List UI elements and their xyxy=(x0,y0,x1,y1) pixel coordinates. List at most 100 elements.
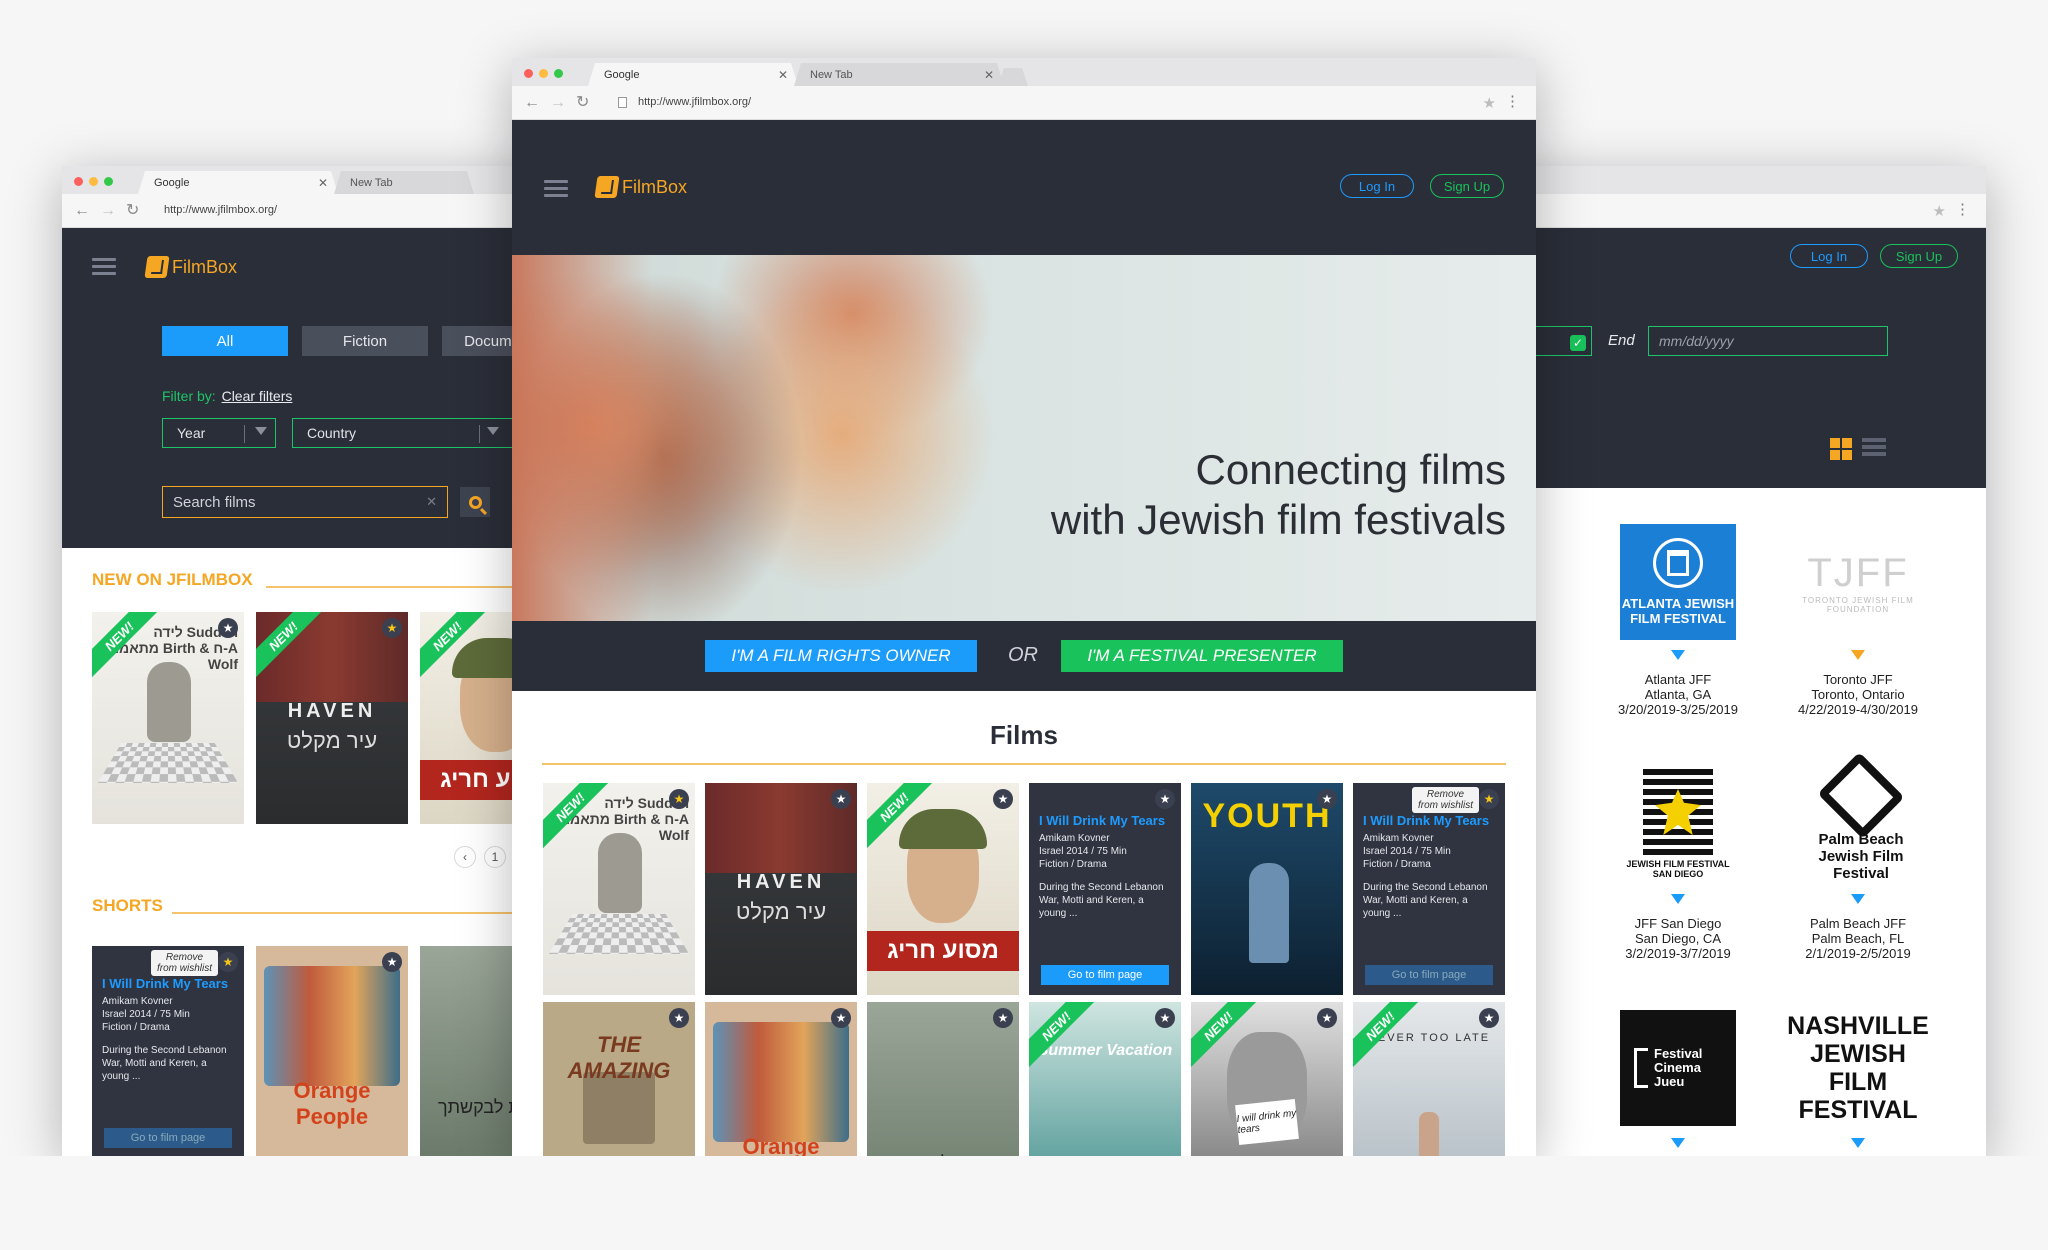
close-window-dot[interactable] xyxy=(524,69,533,78)
signup-button[interactable]: Sign Up xyxy=(1880,244,1958,268)
poster-orange-people[interactable]: Orange People ★ xyxy=(256,946,408,1156)
hamburger-menu-icon[interactable] xyxy=(92,258,116,276)
expand-arrow-icon[interactable] xyxy=(1851,894,1865,904)
wishlist-star-icon[interactable]: ★ xyxy=(218,952,238,972)
wishlist-star-icon[interactable]: ★ xyxy=(831,789,851,809)
poster-haven[interactable]: HAVEN עיר מקלט NEW! ★ xyxy=(256,612,408,824)
wishlist-star-icon[interactable]: ★ xyxy=(1479,1008,1499,1028)
wishlist-star-icon[interactable]: ★ xyxy=(218,618,238,638)
country-select[interactable]: Country xyxy=(292,418,540,448)
signup-button[interactable]: Sign Up xyxy=(1430,174,1504,198)
festival-logo-toronto[interactable]: TJFF TORONTO JEWISH FILM FOUNDATION xyxy=(1800,524,1916,640)
search-films-input[interactable]: Search films ✕ xyxy=(162,486,448,518)
poster-the-amazing[interactable]: THE AMAZING ★ xyxy=(543,1002,695,1158)
poster-haven[interactable]: HAVEN עיר מקלט ★ xyxy=(705,783,857,995)
wishlist-star-icon[interactable]: ★ xyxy=(669,789,689,809)
festival-logo-san-diego[interactable]: JEWISH FILM FESTIVAL SAN DIEGO xyxy=(1620,766,1736,882)
new-tab-button[interactable] xyxy=(998,68,1028,86)
end-date-input[interactable]: mm/dd/yyyy xyxy=(1648,326,1888,356)
back-icon[interactable]: ← xyxy=(524,94,540,112)
tab-new[interactable]: New Tab ✕ xyxy=(794,63,1004,86)
section-divider xyxy=(266,586,540,588)
bookmark-star-icon[interactable]: ★ xyxy=(1933,202,1946,220)
card-title[interactable]: I Will Drink My Tears xyxy=(1039,813,1171,828)
zoom-window-dot[interactable] xyxy=(554,69,563,78)
login-button[interactable]: Log In xyxy=(1790,244,1868,268)
wishlist-star-icon[interactable]: ★ xyxy=(993,1008,1013,1028)
search-button[interactable] xyxy=(460,487,490,517)
expand-arrow-icon[interactable] xyxy=(1671,650,1685,660)
wishlist-star-icon[interactable]: ★ xyxy=(993,789,1013,809)
page-number[interactable]: 1 xyxy=(484,846,506,868)
close-tab-icon[interactable]: ✕ xyxy=(778,68,788,82)
back-icon[interactable]: ← xyxy=(74,202,90,220)
poster-orange-people[interactable]: Orange People ★ xyxy=(705,1002,857,1158)
wishlist-star-icon[interactable]: ★ xyxy=(831,1008,851,1028)
expand-arrow-icon[interactable] xyxy=(1671,1138,1685,1148)
close-window-dot[interactable] xyxy=(74,177,83,186)
filmbox-logo[interactable]: FilmBox xyxy=(144,256,237,278)
clear-filters-link[interactable]: Clear filters xyxy=(222,388,293,404)
list-view-icon[interactable] xyxy=(1862,438,1886,460)
minimize-window-dot[interactable] xyxy=(539,69,548,78)
more-menu-icon[interactable]: ⋮ xyxy=(1505,92,1520,110)
poster-i-will-drink-my-tears[interactable]: I will drink my tears NEW! ★ xyxy=(1191,1002,1343,1158)
minimize-window-dot[interactable] xyxy=(89,177,98,186)
chevron-left-icon[interactable]: ‹ xyxy=(454,846,476,868)
tab-google[interactable]: Google ✕ xyxy=(138,171,338,194)
film-card-hover[interactable]: ★ I Will Drink My Tears Amikam Kovner Is… xyxy=(1029,783,1181,995)
poster-never-too-late[interactable]: NEVER TOO LATE NEW! ★ xyxy=(1353,1002,1505,1158)
close-tab-icon[interactable]: ✕ xyxy=(984,68,994,82)
festival-presenter-button[interactable]: I'm a festival presenter xyxy=(1061,640,1343,672)
wishlist-star-icon[interactable]: ★ xyxy=(382,618,402,638)
film-card-hover[interactable]: Remove from wishlist ★ I Will Drink My Te… xyxy=(92,946,244,1156)
festival-logo-cinema-jueu[interactable]: Festival Cinema Jueu xyxy=(1620,1010,1736,1126)
expand-arrow-icon[interactable] xyxy=(1851,650,1865,660)
festival-logo-atlanta[interactable]: ATLANTA JEWISH FILM FESTIVAL xyxy=(1620,524,1736,640)
wishlist-star-icon[interactable]: ★ xyxy=(1155,789,1175,809)
filter-all-button[interactable]: All xyxy=(162,326,288,356)
go-to-film-page-button[interactable]: Go to film page xyxy=(1041,965,1169,985)
festival-logo-nashville[interactable]: NASHVILLE JEWISH FILM FESTIVAL xyxy=(1787,1010,1929,1126)
reload-icon[interactable]: ↻ xyxy=(126,202,139,220)
poster-sudden-birth[interactable]: לידה Sudden מתאמחת Birth & ח-A Wolf NEW!… xyxy=(92,612,244,824)
poster-masa-harig[interactable]: מסוע חריג NEW! ★ xyxy=(867,783,1019,995)
zoom-window-dot[interactable] xyxy=(104,177,113,186)
wishlist-star-icon[interactable]: ★ xyxy=(1317,789,1337,809)
expand-arrow-icon[interactable] xyxy=(1851,1138,1865,1148)
clear-search-icon[interactable]: ✕ xyxy=(426,494,437,510)
reload-icon[interactable]: ↻ xyxy=(576,94,589,112)
more-menu-icon[interactable]: ⋮ xyxy=(1955,200,1970,218)
rights-owner-button[interactable]: I'm a film rights owner xyxy=(705,640,977,672)
url-text[interactable]: http://www.jfilmbox.org/ xyxy=(638,96,751,108)
year-select[interactable]: Year xyxy=(162,418,276,448)
go-to-film-page-button[interactable]: Go to film page xyxy=(104,1128,232,1148)
poster-summer-vacation[interactable]: Summer Vacation NEW! ★ xyxy=(1029,1002,1181,1158)
bookmark-star-icon[interactable]: ★ xyxy=(1483,94,1496,112)
url-text[interactable]: http://www.jfilmbox.org/ xyxy=(164,204,277,216)
film-card-hover[interactable]: Remove from wishlist ★ I Will Drink My Te… xyxy=(1353,783,1505,995)
wishlist-star-icon[interactable]: ★ xyxy=(1317,1008,1337,1028)
poster-tochnit[interactable]: תכנית לבקשתך ★ xyxy=(867,1002,1019,1158)
card-title[interactable]: I Will Drink My Tears xyxy=(102,976,234,991)
go-to-film-page-button[interactable]: Go to film page xyxy=(1365,965,1493,985)
grid-view-icon[interactable] xyxy=(1830,438,1852,460)
forward-icon[interactable]: → xyxy=(100,202,116,220)
festival-logo-palm-beach[interactable]: Palm Beach Jewish Film Festival xyxy=(1796,752,1926,882)
card-title[interactable]: I Will Drink My Tears xyxy=(1363,813,1495,828)
hamburger-menu-icon[interactable] xyxy=(544,180,568,198)
wishlist-star-icon[interactable]: ★ xyxy=(1479,789,1499,809)
expand-arrow-icon[interactable] xyxy=(1671,894,1685,904)
close-tab-icon[interactable]: ✕ xyxy=(318,176,328,190)
tab-google[interactable]: Google ✕ xyxy=(588,63,798,86)
wishlist-star-icon[interactable]: ★ xyxy=(382,952,402,972)
wishlist-star-icon[interactable]: ★ xyxy=(1155,1008,1175,1028)
wishlist-star-icon[interactable]: ★ xyxy=(669,1008,689,1028)
tab-new[interactable]: New Tab xyxy=(334,171,474,194)
login-button[interactable]: Log In xyxy=(1340,174,1414,198)
poster-sudden-birth[interactable]: לידה Sudden מתאמחת Birth & ח-A Wolf NEW!… xyxy=(543,783,695,995)
poster-youth[interactable]: YOUTH ★ xyxy=(1191,783,1343,995)
forward-icon[interactable]: → xyxy=(550,94,566,112)
filter-fiction-button[interactable]: Fiction xyxy=(302,326,428,356)
filmbox-logo[interactable]: FilmBox xyxy=(594,176,687,198)
